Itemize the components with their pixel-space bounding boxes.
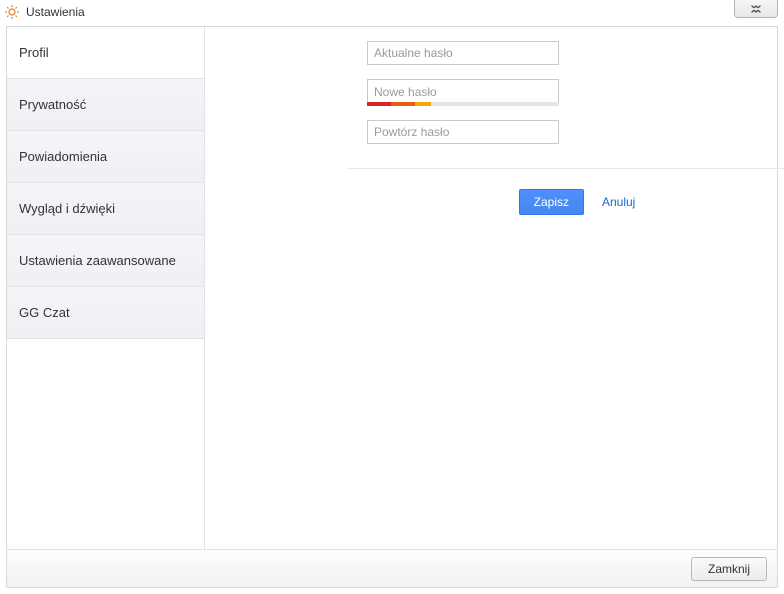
placeholder-text: Powtórz hasło [374,125,449,139]
placeholder-text: Aktualne hasło [374,46,453,60]
sidebar-item-label: Wygląd i dźwięki [19,201,115,216]
form-actions: Zapisz Anuluj [347,189,784,215]
window-title: Ustawienia [26,5,85,19]
gear-icon [4,4,20,20]
content-panel: Aktualne hasło Nowe hasło Powtórz hasło … [205,27,777,549]
current-password-field[interactable]: Aktualne hasło [367,41,559,65]
sidebar-item-powiadomienia[interactable]: Powiadomienia [7,131,204,183]
sidebar-item-label: Prywatność [19,97,86,112]
main-frame: Profil Prywatność Powiadomienia Wygląd i… [6,26,778,588]
footer: Zamknij [7,549,777,587]
password-form: Aktualne hasło Nowe hasło Powtórz hasło … [367,41,697,215]
settings-window: Ustawienia Profil Prywatność Powiadomien… [0,0,784,594]
save-button[interactable]: Zapisz [519,189,584,215]
placeholder-text: Nowe hasło [374,85,437,99]
close-button[interactable]: Zamknij [691,557,767,581]
sidebar-item-prywatnosc[interactable]: Prywatność [7,79,204,131]
window-close-button[interactable] [734,0,778,18]
divider [347,168,784,169]
sidebar-item-label: Ustawienia zaawansowane [19,253,176,268]
sidebar-item-label: Profil [19,45,49,60]
strength-segment [391,102,415,106]
sidebar: Profil Prywatność Powiadomienia Wygląd i… [7,27,205,549]
password-strength-meter [367,102,559,106]
sidebar-item-label: Powiadomienia [19,149,107,164]
sidebar-item-zaawansowane[interactable]: Ustawienia zaawansowane [7,235,204,287]
sidebar-item-label: GG Czat [19,305,70,320]
repeat-password-field[interactable]: Powtórz hasło [367,120,559,144]
cancel-link[interactable]: Anuluj [602,195,635,209]
strength-segment [367,102,391,106]
titlebar: Ustawienia [0,0,784,24]
strength-segment [415,102,431,106]
sidebar-item-ggczat[interactable]: GG Czat [7,287,204,339]
body: Profil Prywatność Powiadomienia Wygląd i… [7,27,777,549]
sidebar-item-wyglad[interactable]: Wygląd i dźwięki [7,183,204,235]
sidebar-item-profil[interactable]: Profil [7,27,204,79]
new-password-field[interactable]: Nowe hasło [367,79,559,103]
